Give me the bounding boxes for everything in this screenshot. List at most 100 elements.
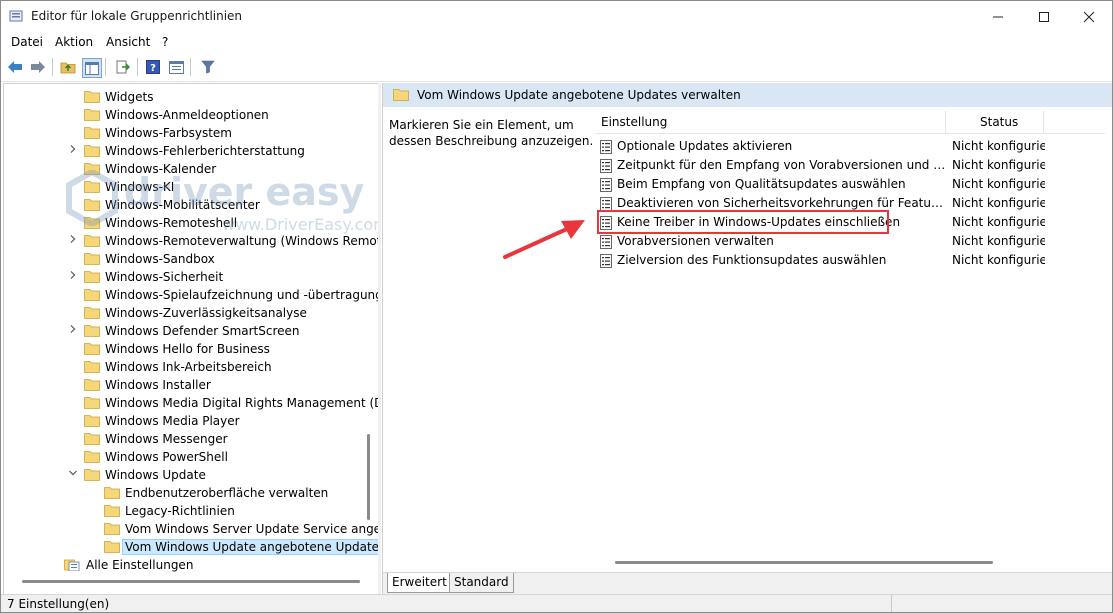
tree-item[interactable]: Windows PowerShell [4,448,369,466]
tree-item[interactable]: Windows-Kalender [4,160,369,178]
tree-item[interactable]: Windows-Zuverlässigkeitsanalyse [4,304,369,322]
tab-standard[interactable]: Standard [449,573,514,593]
toolbar-separator [52,58,53,76]
folder-icon [104,541,120,553]
svg-text:?: ? [150,63,156,74]
setting-name: Beim Empfang von Qualitätsupdates auswäh… [617,177,906,191]
setting-status: Nicht konfiguriert [952,139,1045,153]
tree-item[interactable]: Vom Windows Update angebotene Updates v [4,538,378,556]
policy-setting-icon [600,159,612,173]
filter-icon [201,60,215,74]
tree-item[interactable]: Widgets [4,88,369,106]
tree-item-label: Windows-Farbsystem [105,126,232,140]
tree-item-label: Windows PowerShell [105,450,228,464]
tree-item[interactable]: Windows Ink-Arbeitsbereich [4,358,369,376]
setting-row[interactable]: Vorabversionen verwalten Nicht konfigurie… [595,232,1105,251]
filter-button[interactable] [199,58,217,76]
menu-datei[interactable]: Datei [11,35,43,49]
setting-row[interactable]: Zielversion des Funktionsupdates auswähl… [595,251,1105,270]
tab-erweitert[interactable]: Erweitert [387,573,452,593]
setting-status: Nicht konfiguriert [952,158,1045,172]
column-divider[interactable] [945,111,946,133]
tree-item[interactable]: Windows Installer [4,376,369,394]
close-button[interactable] [1066,1,1112,32]
column-header-setting[interactable]: Einstellung [601,115,667,129]
minimize-icon [993,16,1003,17]
tree-item[interactable]: Windows-Sicherheit [4,268,369,286]
chevron-right-icon[interactable] [67,270,79,284]
console-tree[interactable]: Widgets Windows-Anmeldeoptionen Windows-Fa… [3,83,379,596]
all-settings-icon [64,559,80,571]
tree-item[interactable]: Windows Media Digital Rights Management … [4,394,378,412]
folder-icon [84,325,100,337]
list-horizontal-scrollbar[interactable] [615,561,993,564]
menu-help[interactable]: ? [162,35,168,49]
tree-item-label: Windows-Zuverlässigkeitsanalyse [105,306,307,320]
setting-name: Vorabversionen verwalten [617,234,774,248]
maximize-icon [1039,11,1049,22]
folder-icon [84,289,100,301]
column-divider[interactable] [1043,111,1044,133]
tree-item-label: Windows Ink-Arbeitsbereich [105,360,272,374]
chevron-right-icon[interactable] [67,144,79,158]
tree-item[interactable]: Legacy-Richtlinien [4,502,369,520]
setting-status: Nicht konfiguriert [952,234,1045,248]
tree-item[interactable]: Windows-Spielaufzeichnung und -übertragu… [4,286,378,304]
back-button[interactable] [6,58,24,76]
help-button[interactable]: ? [144,58,162,76]
tree-item[interactable]: Endbenutzeroberfläche verwalten [4,484,369,502]
folder-icon [104,523,120,535]
policy-setting-icon [600,197,612,211]
minimize-button[interactable] [975,1,1021,32]
tree-item[interactable]: Vom Windows Server Update Service angebo [4,520,378,538]
folder-up-icon [60,62,76,74]
pane-splitter[interactable] [378,83,381,594]
status-text: 7 Einstellung(en) [7,597,110,611]
toolbar: ? [1,54,1112,82]
folder-icon [104,487,120,499]
forward-button[interactable] [29,58,47,76]
tree-item[interactable]: Windows Defender SmartScreen [4,322,369,340]
tree-item[interactable]: Windows-Anmeldeoptionen [4,106,369,124]
details-header: Vom Windows Update angebotene Updates ve… [383,83,1112,107]
menu-aktion[interactable]: Aktion [55,35,93,49]
tree-item[interactable]: Windows Update [4,466,369,484]
tree-vertical-scrollbar[interactable] [367,434,370,520]
show-hide-tree-button[interactable] [82,58,102,78]
chevron-down-icon[interactable] [67,468,79,482]
details-pane: Vom Windows Update angebotene Updates ve… [382,83,1112,594]
tree-item[interactable]: Windows-Remoteshell [4,214,369,232]
tree-item[interactable]: Windows-Mobilitätscenter [4,196,369,214]
tree-item[interactable]: Windows Hello for Business [4,340,369,358]
setting-row[interactable]: Optionale Updates aktivieren Nicht konfig… [595,137,1105,156]
tree-item-label: Windows-Spielaufzeichnung und -übertragu… [105,288,379,302]
setting-row[interactable]: Zeitpunkt für den Empfang von Vorabversi… [595,156,1105,175]
properties-button[interactable] [167,58,185,76]
tree-item[interactable]: Windows-KI [4,178,369,196]
folder-icon [84,271,100,283]
setting-row[interactable]: Beim Empfang von Qualitätsupdates auswäh… [595,175,1105,194]
tree-item[interactable]: Windows-Sandbox [4,250,369,268]
tree-item[interactable]: Windows Messenger [4,430,369,448]
export-list-button[interactable] [114,58,132,76]
tree-item-label: Vom Windows Update angebotene Updates v [121,539,378,555]
tree-item[interactable]: Windows-Remoteverwaltung (Windows Remote [4,232,378,250]
tree-item[interactable]: Windows-Farbsystem [4,124,369,142]
tree-item-label: Endbenutzeroberfläche verwalten [125,486,329,500]
maximize-button[interactable] [1021,1,1067,32]
chevron-right-icon[interactable] [67,234,79,248]
menu-ansicht[interactable]: Ansicht [106,35,150,49]
tree-item-label: Windows-Kalender [105,162,217,176]
column-header-status[interactable]: Status [980,115,1018,129]
folder-icon [393,89,409,101]
tree-item[interactable]: Windows-Fehlerberichterstattung [4,142,369,160]
up-folder-button[interactable] [59,58,77,76]
folder-icon [84,433,100,445]
tree-item-label: Alle Einstellungen [86,558,194,572]
tree-item-label: Legacy-Richtlinien [125,504,235,518]
tree-item[interactable]: Windows Media Player [4,412,369,430]
tree-item-all-settings[interactable]: Alle Einstellungen [4,556,369,574]
tree-horizontal-scrollbar[interactable] [22,580,360,583]
group-policy-app-icon [9,10,23,22]
chevron-right-icon[interactable] [67,324,79,338]
